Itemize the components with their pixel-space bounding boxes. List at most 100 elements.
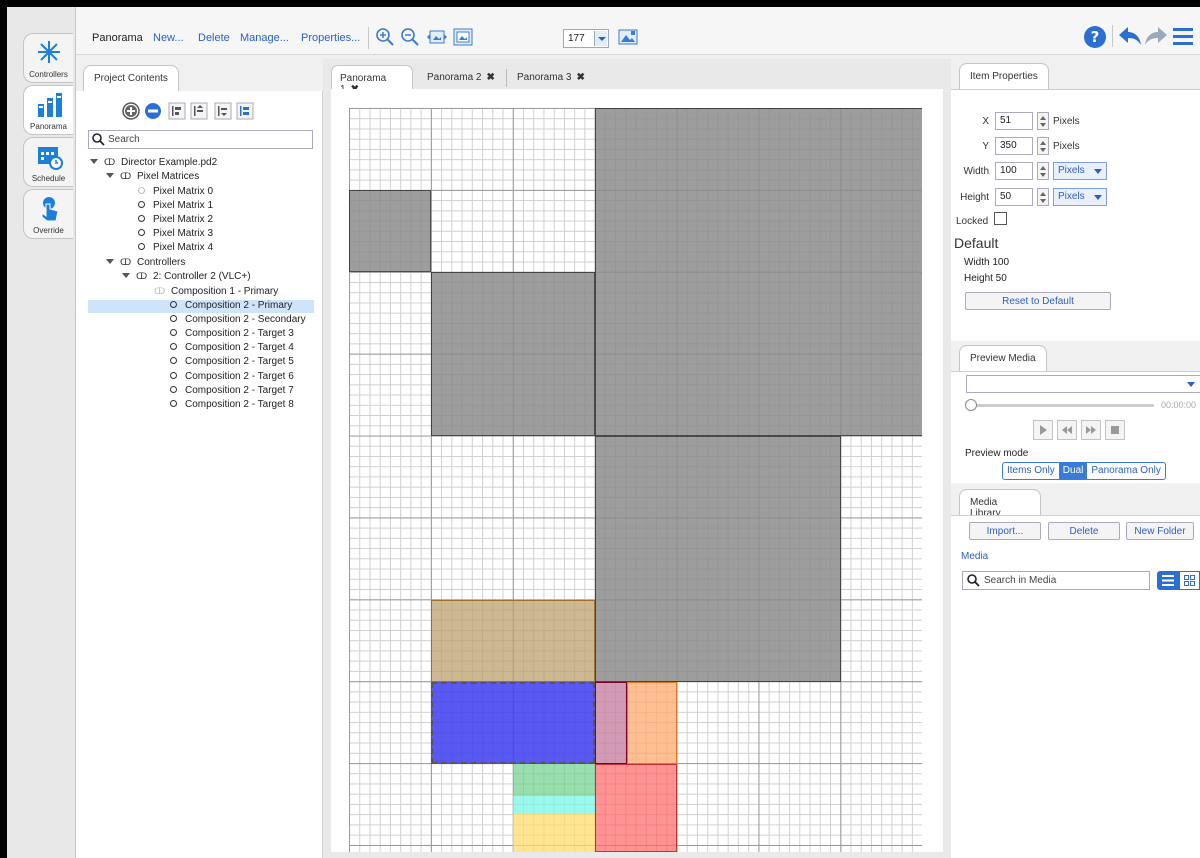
fast-forward-button[interactable] xyxy=(1081,420,1101,440)
tree-item-pixel-matrix-0[interactable]: Pixel Matrix 0 xyxy=(138,186,213,199)
composition-target-block[interactable] xyxy=(595,764,677,852)
zoom-select[interactable]: 177 xyxy=(563,29,609,48)
tree-item-composition[interactable]: Composition 2 - Target 7 xyxy=(170,385,294,398)
x-field[interactable]: 51 xyxy=(995,112,1033,130)
nav-override[interactable]: Override xyxy=(23,189,73,239)
distribute-icon[interactable] xyxy=(236,102,254,120)
tab-panorama-1[interactable]: Panorama 1✖ xyxy=(331,65,413,95)
mode-dual[interactable]: Dual xyxy=(1058,463,1088,479)
help-icon[interactable]: ? xyxy=(1083,25,1107,49)
image-settings-icon[interactable] xyxy=(617,27,639,47)
tree-item-pixel-matrix-1[interactable]: Pixel Matrix 1 xyxy=(138,200,213,213)
play-button[interactable] xyxy=(1033,420,1053,440)
align-top-icon[interactable] xyxy=(190,102,208,120)
undo-icon[interactable] xyxy=(1118,25,1142,47)
mode-panorama-only[interactable]: Panorama Only xyxy=(1087,463,1164,479)
y-stepper[interactable] xyxy=(1037,137,1049,155)
height-field[interactable]: 50 xyxy=(995,188,1033,206)
media-search-input[interactable]: Search in Media xyxy=(962,571,1150,590)
media-select[interactable] xyxy=(966,375,1200,393)
close-icon[interactable]: ✖ xyxy=(576,72,584,83)
redo-icon[interactable] xyxy=(1144,25,1168,47)
height-stepper[interactable] xyxy=(1037,188,1049,206)
tab-preview-media[interactable]: Preview Media xyxy=(959,345,1047,371)
zoom-out-icon[interactable] xyxy=(400,27,420,47)
tree-item-composition[interactable]: Composition 2 - Primary xyxy=(88,300,314,313)
pixel-matrix-block[interactable] xyxy=(595,108,922,436)
chevron-down-icon[interactable] xyxy=(594,31,607,46)
x-stepper[interactable] xyxy=(1037,112,1049,130)
new-button[interactable]: New... xyxy=(153,32,184,44)
tree-item-pixel-matrix-2[interactable]: Pixel Matrix 2 xyxy=(138,214,213,227)
zoom-in-icon[interactable] xyxy=(375,27,395,47)
media-breadcrumb[interactable]: Media xyxy=(961,551,988,562)
menu-icon[interactable] xyxy=(1172,26,1194,46)
tree-item-controllers[interactable]: ↀ Controllers xyxy=(106,257,185,270)
height-unit-select[interactable]: Pixels xyxy=(1053,188,1107,206)
panorama-grid[interactable] xyxy=(349,108,922,852)
properties-button[interactable]: Properties... xyxy=(301,32,360,44)
preview-mode-toggle[interactable]: Items Only Dual Panorama Only xyxy=(1002,462,1166,480)
list-view-button[interactable] xyxy=(1157,571,1179,590)
mode-items-only[interactable]: Items Only xyxy=(1003,463,1059,479)
y-field[interactable]: 350 xyxy=(995,137,1033,155)
tree-item-composition[interactable]: Composition 2 - Target 8 xyxy=(170,399,294,412)
tree-item-composition[interactable]: Composition 2 - Target 4 xyxy=(170,342,294,355)
tree-item-pixel-matrix-3[interactable]: Pixel Matrix 3 xyxy=(138,228,213,241)
composition-target-block[interactable] xyxy=(431,600,595,682)
pixel-matrix-block[interactable] xyxy=(431,272,595,436)
tree-item-composition[interactable]: Composition 2 - Target 6 xyxy=(170,371,294,384)
new-folder-button[interactable]: New Folder xyxy=(1126,522,1194,540)
tree-item-controller-2[interactable]: ↀ 2: Controller 2 (VLC+) xyxy=(122,271,251,284)
locked-checkbox[interactable] xyxy=(994,212,1007,225)
rewind-button[interactable] xyxy=(1057,420,1077,440)
panorama-menu[interactable]: Panorama xyxy=(92,32,143,44)
composition-target-block[interactable] xyxy=(627,682,677,764)
composition-target-block[interactable] xyxy=(595,682,627,764)
align-bottom-icon[interactable] xyxy=(214,102,232,120)
nav-panorama[interactable]: Panorama xyxy=(23,85,73,135)
project-search-input[interactable]: Search xyxy=(88,130,313,149)
nav-controllers[interactable]: Controllers xyxy=(23,33,73,83)
width-unit-select[interactable]: Pixels xyxy=(1053,162,1107,180)
tree-item-composition[interactable]: Composition 2 - Target 3 xyxy=(170,328,294,341)
align-left-icon[interactable] xyxy=(168,102,186,120)
tree-item-pixel-matrix-4[interactable]: Pixel Matrix 4 xyxy=(138,242,213,255)
reset-to-default-button[interactable]: Reset to Default xyxy=(965,292,1111,310)
stop-button[interactable] xyxy=(1105,420,1125,440)
timeline-slider[interactable] xyxy=(966,404,1154,407)
selected-composition-block[interactable] xyxy=(431,682,595,764)
expand-icon[interactable] xyxy=(106,259,114,264)
remove-icon[interactable] xyxy=(144,102,162,120)
tree-item-pixel-matrices[interactable]: ↀ Pixel Matrices xyxy=(106,171,199,184)
delete-button[interactable]: Delete xyxy=(198,32,230,44)
nav-schedule[interactable]: Schedule xyxy=(23,137,73,187)
manage-button[interactable]: Manage... xyxy=(240,32,289,44)
fit-width-icon[interactable] xyxy=(426,27,448,47)
timeline-handle[interactable] xyxy=(965,399,977,411)
add-icon[interactable] xyxy=(122,102,140,120)
tab-panorama-3[interactable]: Panorama 3 ✖ xyxy=(509,69,597,87)
grid-view-button[interactable] xyxy=(1179,571,1200,590)
tree-item-composition[interactable]: Composition 2 - Secondary xyxy=(170,314,306,327)
pixel-matrix-block[interactable] xyxy=(595,436,841,682)
tab-media-library[interactable]: Media Library xyxy=(959,489,1041,519)
pixel-matrix-block[interactable] xyxy=(349,190,431,272)
width-stepper[interactable] xyxy=(1037,162,1049,180)
fit-page-icon[interactable] xyxy=(452,27,474,47)
expand-icon[interactable] xyxy=(122,273,130,278)
media-delete-button[interactable]: Delete xyxy=(1048,522,1120,540)
tree-item-project[interactable]: ↀ Director Example.pd2 xyxy=(90,157,217,170)
composition-target-block[interactable] xyxy=(513,796,595,814)
import-button[interactable]: Import... xyxy=(969,522,1041,540)
width-field[interactable]: 100 xyxy=(995,162,1033,180)
tree-item-composition[interactable]: ↀ Composition 1 - Primary xyxy=(154,286,278,299)
expand-icon[interactable] xyxy=(90,159,98,164)
expand-icon[interactable] xyxy=(106,173,114,178)
composition-target-block[interactable] xyxy=(513,764,595,796)
tab-item-properties[interactable]: Item Properties xyxy=(959,63,1049,89)
tree-item-composition[interactable]: Composition 2 - Target 5 xyxy=(170,356,294,369)
tab-project-contents[interactable]: Project Contents xyxy=(83,65,179,91)
close-icon[interactable]: ✖ xyxy=(486,72,494,83)
tab-panorama-2[interactable]: Panorama 2 ✖ xyxy=(419,69,507,87)
